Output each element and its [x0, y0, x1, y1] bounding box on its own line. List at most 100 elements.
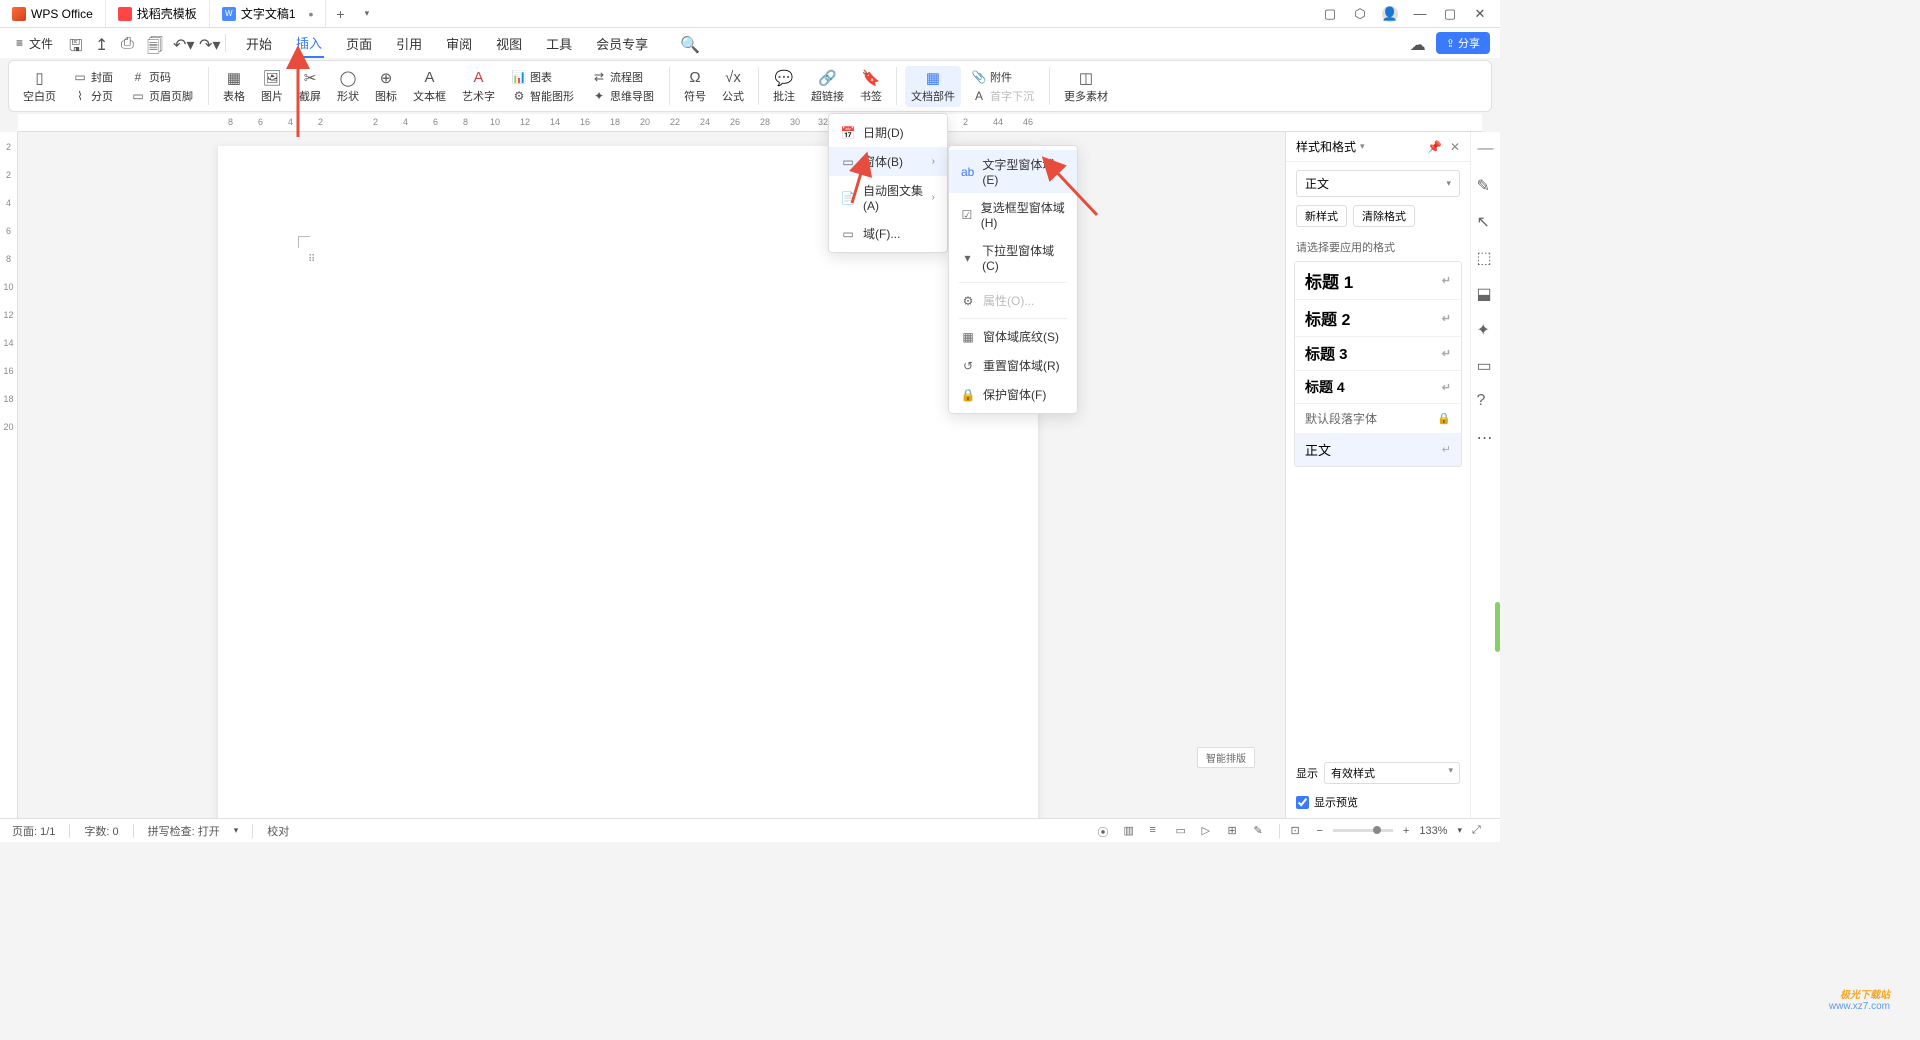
tab-dropdown-icon[interactable]: ▾: [355, 8, 380, 19]
export-icon[interactable]: ↥: [95, 35, 111, 51]
chevron-down-icon[interactable]: ▾: [234, 825, 239, 836]
book-icon[interactable]: ▢: [1322, 6, 1338, 22]
focus-mode-icon[interactable]: ⦿: [1097, 824, 1113, 838]
current-style-select[interactable]: 正文 ▾: [1296, 170, 1460, 197]
comment-button[interactable]: 💬批注: [767, 67, 801, 106]
horizontal-ruler[interactable]: 8 6 4 2 2 4 6 8 10 12 14 16 18 20 22 24 …: [18, 114, 1482, 132]
save-icon[interactable]: 🖫: [69, 35, 85, 51]
layers-icon[interactable]: ⬓: [1477, 284, 1495, 302]
symbol-button[interactable]: Ω符号: [678, 67, 712, 106]
zoom-out-button[interactable]: −: [1316, 825, 1322, 837]
menu-dropdown-formfield[interactable]: ▾下拉型窗体域(C): [949, 236, 1077, 279]
menu-date[interactable]: 📅日期(D): [829, 118, 947, 147]
tab-close-icon[interactable]: •: [309, 6, 314, 22]
collapse-sidebar-icon[interactable]: —: [1478, 140, 1494, 158]
pagebreak-button[interactable]: ⌇分页: [70, 87, 116, 105]
redo-icon[interactable]: ↷▾: [199, 35, 215, 51]
pagenum-button[interactable]: #页码: [128, 68, 196, 86]
effects-icon[interactable]: ✦: [1477, 320, 1495, 338]
fit-page-icon[interactable]: ⊡: [1290, 824, 1306, 838]
status-wordcount[interactable]: 字数: 0: [84, 823, 118, 839]
reading-view-icon[interactable]: ▭: [1175, 824, 1191, 838]
tab-reference[interactable]: 引用: [394, 30, 424, 57]
file-menu[interactable]: ≡ 文件: [10, 35, 59, 52]
tab-insert[interactable]: 插入: [294, 29, 324, 58]
hyperlink-button[interactable]: 🔗超链接: [805, 67, 850, 106]
page-view-icon[interactable]: ▥: [1123, 824, 1139, 838]
status-spellcheck[interactable]: 拼写检查: 打开: [148, 823, 220, 839]
tab-document[interactable]: W 文字文稿1 •: [210, 0, 327, 27]
pin-icon[interactable]: 📌: [1427, 140, 1442, 154]
style-heading2[interactable]: 标题 2↵: [1295, 300, 1461, 337]
web-view-icon[interactable]: ⊞: [1227, 824, 1243, 838]
menu-reset-form[interactable]: ↺重置窗体域(R): [949, 351, 1077, 380]
cube-icon[interactable]: ⬡: [1352, 6, 1368, 22]
tab-view[interactable]: 视图: [494, 30, 524, 57]
textbox-button[interactable]: A文本框: [407, 67, 452, 106]
docparts-button[interactable]: ▦文档部件: [905, 66, 961, 107]
table-button[interactable]: ▦表格: [217, 67, 251, 106]
style-heading3[interactable]: 标题 3↵: [1295, 337, 1461, 371]
menu-form[interactable]: ▭窗体(B)›: [829, 147, 947, 176]
print-icon[interactable]: ⎙: [121, 35, 137, 51]
document-canvas[interactable]: ⠿ 智能排版: [18, 132, 1285, 818]
blank-page-button[interactable]: ▯空白页: [17, 67, 62, 106]
equation-button[interactable]: √x公式: [716, 67, 750, 106]
menu-checkbox-formfield[interactable]: ☑复选框型窗体域(H): [949, 193, 1077, 236]
preview-checkbox[interactable]: [1296, 796, 1309, 809]
status-proof[interactable]: 校对: [267, 823, 289, 839]
menu-field[interactable]: ▭域(F)...: [829, 219, 947, 248]
panel-close-icon[interactable]: ✕: [1450, 140, 1460, 154]
tab-tool[interactable]: 工具: [544, 30, 574, 57]
tab-review[interactable]: 审阅: [444, 30, 474, 57]
menu-autotext[interactable]: 📄自动图文集(A)›: [829, 176, 947, 219]
select-tool-icon[interactable]: ⬚: [1477, 248, 1495, 266]
close-button[interactable]: ✕: [1472, 6, 1488, 22]
show-filter-select[interactable]: 有效样式 ▾: [1324, 762, 1460, 784]
flowchart-button[interactable]: ⇄流程图: [589, 68, 657, 86]
bookmark-button[interactable]: 🔖书签: [854, 67, 888, 106]
picture-button[interactable]: 🖼图片: [255, 67, 289, 106]
reader-icon[interactable]: ▭: [1477, 356, 1495, 374]
attachment-button[interactable]: 📎附件: [969, 68, 1037, 86]
zoom-slider[interactable]: [1333, 829, 1393, 832]
vertical-scrollbar[interactable]: [1495, 602, 1500, 652]
style-default-font[interactable]: 默认段落字体🔒: [1295, 404, 1461, 434]
smart-layout-button[interactable]: 智能排版: [1197, 747, 1255, 768]
zoom-in-button[interactable]: +: [1403, 825, 1409, 837]
zoom-level[interactable]: 133%: [1419, 825, 1447, 837]
shape-button[interactable]: ◯形状: [331, 67, 365, 106]
icon-button[interactable]: ⊕图标: [369, 67, 403, 106]
cloud-icon[interactable]: ☁: [1410, 35, 1426, 51]
header-footer-button[interactable]: ▭页眉页脚: [128, 87, 196, 105]
menu-form-shading[interactable]: ▦窗体域底纹(S): [949, 322, 1077, 351]
wordart-button[interactable]: A艺术字: [456, 67, 501, 106]
pointer-tool-icon[interactable]: ↖: [1477, 212, 1495, 230]
search-icon[interactable]: 🔍: [680, 35, 696, 51]
share-button[interactable]: ⇪ 分享: [1436, 32, 1490, 54]
zoom-dropdown-icon[interactable]: ▾: [1457, 825, 1462, 836]
highlight-icon[interactable]: ✎: [1253, 824, 1269, 838]
undo-icon[interactable]: ↶▾: [173, 35, 189, 51]
new-tab-button[interactable]: +: [326, 6, 354, 22]
dropcap-button[interactable]: A首字下沉: [969, 87, 1037, 105]
menu-protect-form[interactable]: 🔒保护窗体(F): [949, 380, 1077, 409]
play-icon[interactable]: ▷: [1201, 824, 1217, 838]
style-heading1[interactable]: 标题 1↵: [1295, 262, 1461, 300]
more-material-button[interactable]: ◫更多素材: [1058, 67, 1114, 106]
maximize-button[interactable]: ▢: [1442, 6, 1458, 22]
vertical-ruler[interactable]: 2 2 4 6 8 10 12 14 16 18 20: [0, 132, 18, 818]
mindmap-button[interactable]: ✦思维导图: [589, 87, 657, 105]
outline-view-icon[interactable]: ≡: [1149, 824, 1165, 838]
panel-dropdown-icon[interactable]: ▾: [1360, 141, 1365, 152]
tab-member[interactable]: 会员专享: [594, 30, 650, 57]
pen-tool-icon[interactable]: ✎: [1477, 176, 1495, 194]
menu-text-formfield[interactable]: ab文字型窗体域(E): [949, 150, 1077, 193]
user-avatar-icon[interactable]: 👤: [1382, 6, 1398, 22]
minimize-button[interactable]: —: [1412, 6, 1428, 22]
fullscreen-icon[interactable]: ⤢: [1472, 824, 1488, 838]
smartart-button[interactable]: ⚙智能图形: [509, 87, 577, 105]
more-tools-icon[interactable]: ⋯: [1477, 428, 1495, 446]
tab-templates[interactable]: 找稻壳模板: [106, 0, 210, 27]
chart-button[interactable]: 📊图表: [509, 68, 577, 86]
